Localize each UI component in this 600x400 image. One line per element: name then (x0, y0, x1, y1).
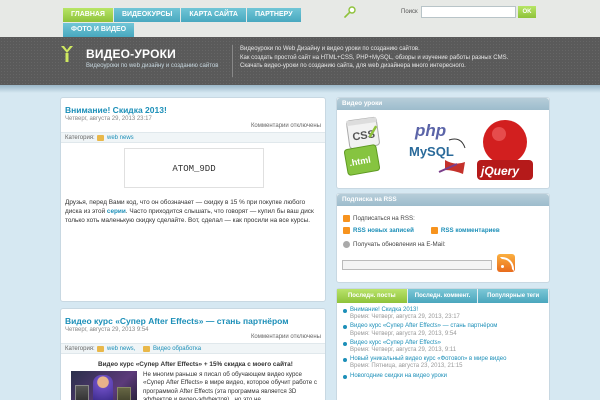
tab-popular-tags[interactable]: Популярные теги (478, 289, 549, 303)
list-item-title[interactable]: Видео курс «Супер After Effects» — стань… (350, 323, 497, 329)
series-link[interactable]: серии (107, 208, 126, 215)
rss-posts-link[interactable]: RSS новых записей (353, 227, 414, 234)
post-title[interactable]: Видео курс «Супер After Effects» — стань… (65, 316, 289, 326)
jquery-icon[interactable]: jQuery (475, 118, 535, 184)
post-date: Четверг, августа 29, 2013 9:54 (65, 327, 149, 333)
widget-title: Подписка на RSS (337, 194, 549, 206)
post-card: Видео курс «Супер After Effects» — стань… (60, 308, 326, 400)
list-item[interactable]: Видео курс «Супер After Effects» — стань… (342, 323, 546, 337)
list-item-date: Время: Четверг, августа 29, 2013, 23:17 (350, 314, 460, 321)
rss-widget: Подписка на RSS Подписаться на RSS: RSS … (336, 193, 550, 283)
superhero-figure (93, 375, 113, 400)
list-item[interactable]: Внимание! Скидка 2013! Время: Четверг, а… (342, 307, 546, 321)
site-tagline: Видеоуроки по web дизайну и созданию сай… (86, 63, 219, 69)
nav-partner[interactable]: ПАРТНЕРУ (246, 8, 302, 22)
email-icon (343, 241, 350, 248)
search-input[interactable] (421, 6, 516, 18)
header-description: Видеоуроки по Web Дизайну и видео уроки … (240, 45, 520, 71)
main-nav: ГЛАВНАЯ ВИДЕОКУРСЫ КАРТА САЙТА ПАРТНЕРУ … (63, 8, 323, 37)
email-subscribe-label: Получать обновления на E-Mail: (353, 241, 446, 248)
header-desc-line: Как создать простой сайт на HTML+CSS, PH… (240, 54, 509, 61)
site-title[interactable]: ВИДЕО-УРОКИ (86, 47, 176, 61)
svg-text:jQuery: jQuery (479, 164, 520, 178)
nav-home[interactable]: ГЛАВНАЯ (63, 8, 114, 22)
category-label: Категория: (65, 135, 95, 141)
header-desc-line: Видеоуроки по Web Дизайну и видео уроки … (240, 46, 420, 52)
email-subscribe-row: Получать обновления на E-Mail: (343, 241, 446, 248)
folder-icon (97, 135, 104, 141)
search-button[interactable]: OK (518, 6, 536, 18)
widget-tabs: Последн. посты Последн. коммент. Популяр… (337, 289, 549, 303)
post-meta: Категория: web news, Видео обработка (61, 343, 325, 354)
dvd-box (75, 385, 89, 400)
folder-icon (97, 346, 104, 352)
rss-comments-link[interactable]: RSS комментариев (441, 227, 500, 234)
list-item[interactable]: Новогодние скидки на видео уроки (342, 373, 546, 380)
post-comments: Комментарии отключены (250, 123, 321, 129)
list-item[interactable]: Видео курс «Супер After Effects» Время: … (342, 340, 546, 354)
post-lead: Видео курс «Супер After Effects» + 15% с… (98, 361, 293, 368)
category-link[interactable]: web news, (107, 346, 135, 352)
rss-icon (430, 227, 438, 234)
rss-icon (343, 215, 350, 222)
rss-subscribe-label: Подписаться на RSS: (353, 215, 415, 222)
post-excerpt: Не многим раньше я писал об обучающем ви… (143, 371, 317, 400)
rss-feeds-row: RSS новых записей RSS комментариев (343, 227, 500, 234)
promo-code-image: ATOM_9DD (124, 148, 264, 188)
list-item-date: Время: Четверг, августа 29, 2013, 9:11 (350, 347, 457, 354)
rss-feed-icon[interactable] (497, 254, 515, 272)
category-label: Категория: (65, 346, 95, 352)
list-item-date: Время: Пятница, августа 23, 2013, 21:15 (350, 363, 463, 370)
nav-sitemap[interactable]: КАРТА САЙТА (181, 8, 247, 22)
rss-icon (343, 227, 350, 234)
nav-photo-video[interactable]: ФОТО И ВИДЕО (63, 23, 136, 37)
list-item-title[interactable]: Видео курс «Супер After Effects» (350, 340, 441, 346)
list-item-date: Время: Четверг, августа 29, 2013, 9:54 (350, 330, 457, 337)
header-shadow (0, 85, 600, 93)
folder-icon (143, 346, 150, 352)
nav-videocourses[interactable]: ВИДЕОКУРСЫ (113, 8, 182, 22)
svg-text:MySQL: MySQL (409, 144, 454, 159)
site-header: ВИДЕО-УРОКИ Видеоуроки по web дизайну и … (0, 37, 600, 85)
html-icon[interactable]: .html (343, 143, 381, 176)
post-date: Четверг, августа 29, 2013 23:17 (65, 116, 152, 122)
list-item-title[interactable]: Новый уникальный видео курс «Фотовоп» в … (350, 356, 506, 362)
email-field[interactable] (342, 260, 492, 270)
recent-posts-widget: Последн. посты Последн. коммент. Популяр… (336, 288, 550, 400)
widget-title: Видео уроки (337, 98, 549, 110)
post-excerpt: Друзья, перед Вами код, что он обозначае… (65, 198, 321, 225)
category-link[interactable]: web news (107, 135, 134, 141)
list-item-title[interactable]: Внимание! Скидка 2013! (350, 307, 418, 313)
post-title[interactable]: Внимание! Скидка 2013! (65, 105, 167, 115)
magnifier-icon (344, 6, 356, 18)
header-desc-line: Скачать видео-уроки по созданию сайта, д… (240, 63, 466, 69)
svg-text:php: php (414, 121, 446, 140)
dvd-box (117, 387, 131, 400)
list-item-title[interactable]: Новогодние скидки на видео уроки (350, 373, 447, 379)
course-cover-image[interactable] (71, 371, 137, 400)
post-card: Внимание! Скидка 2013! Четверг, августа … (60, 97, 326, 302)
tab-recent-comments[interactable]: Последн. коммент. (407, 289, 478, 303)
category-link[interactable]: Видео обработка (153, 346, 201, 352)
recent-posts-list: Внимание! Скидка 2013! Время: Четверг, а… (342, 307, 546, 382)
logo-icon (61, 46, 73, 62)
search-label: Поиск (401, 9, 418, 15)
post-comments: Комментарии отключены (250, 334, 321, 340)
list-item[interactable]: Новый уникальный видео курс «Фотовоп» в … (342, 356, 546, 370)
rss-subscribe-row: Подписаться на RSS: (343, 215, 415, 222)
header-divider (232, 45, 233, 77)
php-mysql-icon[interactable]: php MySQL (409, 118, 469, 178)
post-meta: Категория: web news (61, 132, 325, 143)
tab-recent-posts[interactable]: Последн. посты (337, 289, 407, 303)
video-lessons-widget: Видео уроки CSS .html php MySQL jQuery (336, 97, 550, 189)
